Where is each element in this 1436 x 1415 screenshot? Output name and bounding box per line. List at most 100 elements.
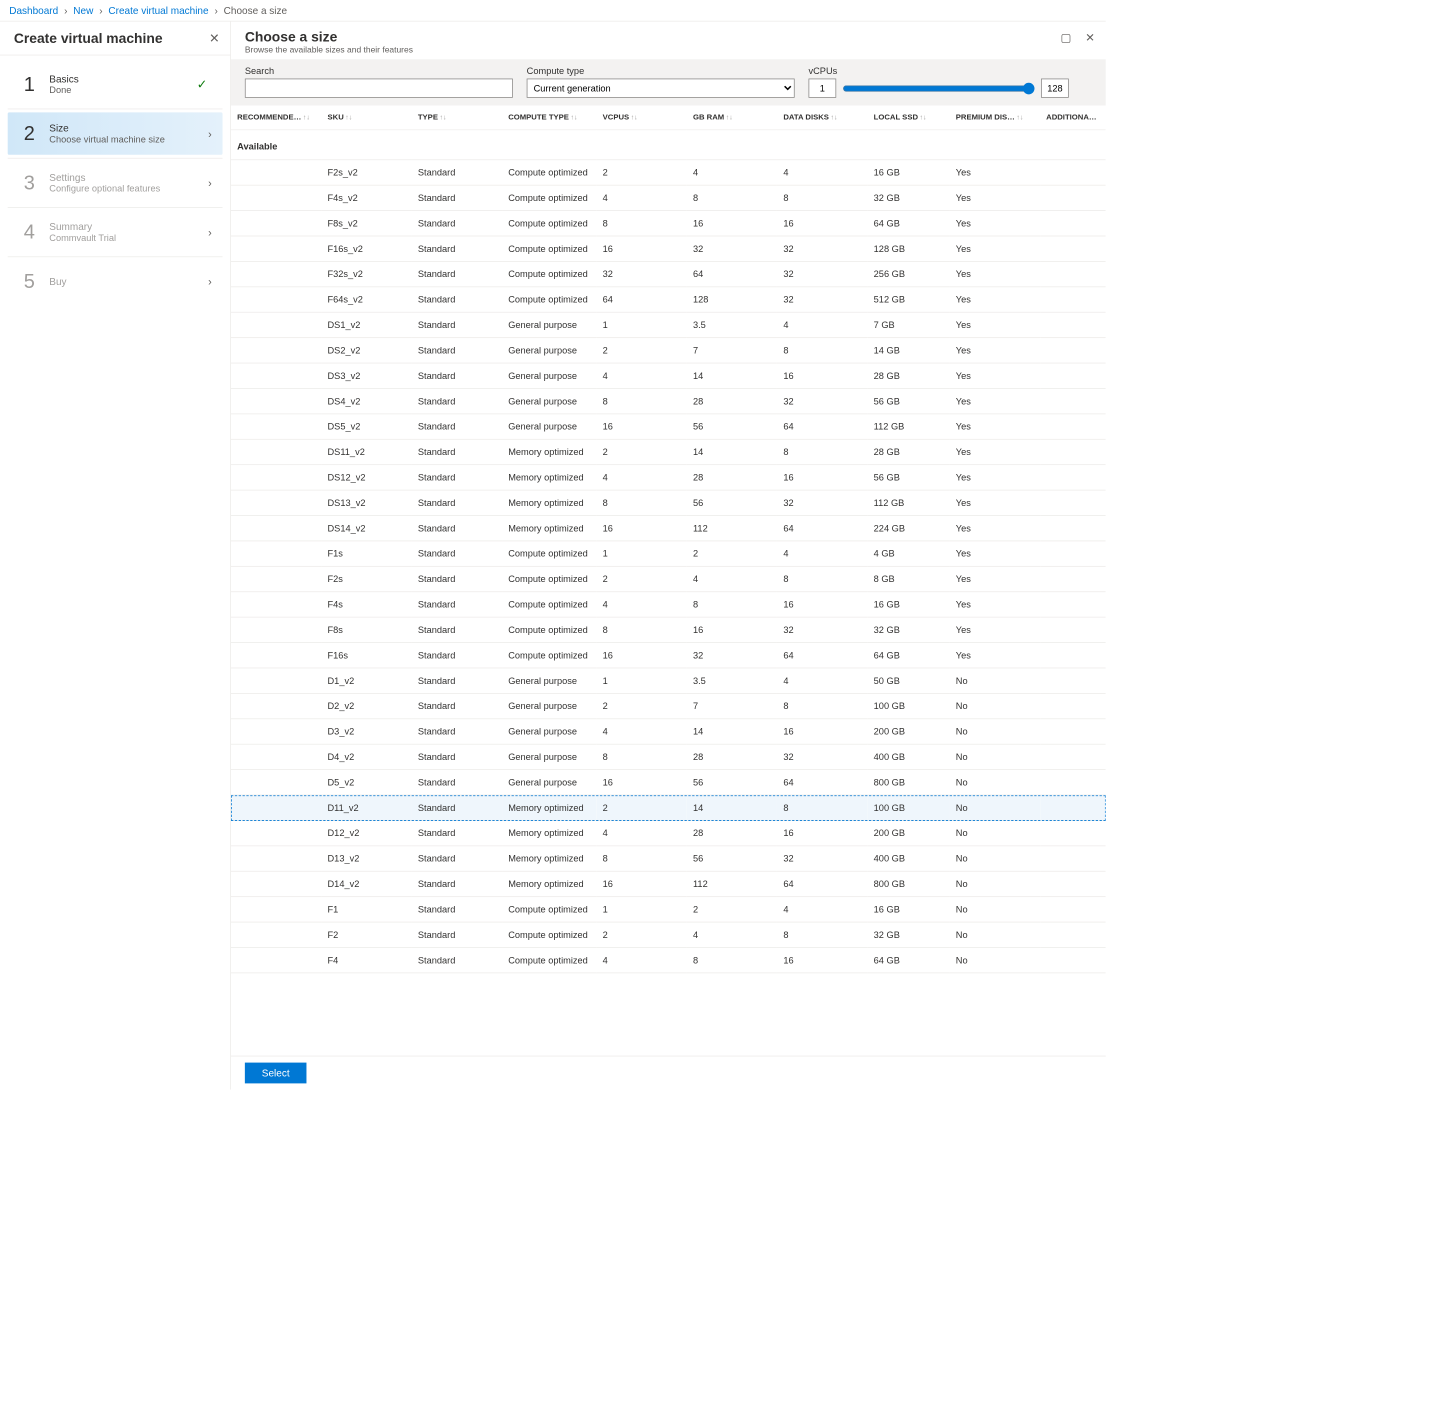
table-cell [1040, 541, 1106, 566]
table-row[interactable]: F16sStandardCompute optimized16326464 GB… [231, 643, 1106, 668]
vcpu-min-input[interactable] [809, 79, 837, 98]
table-row[interactable]: DS13_v2StandardMemory optimized85632112 … [231, 490, 1106, 515]
table-row[interactable]: DS14_v2StandardMemory optimized161126422… [231, 516, 1106, 541]
table-cell: 2 [596, 693, 686, 718]
table-cell: General purpose [502, 363, 596, 388]
wizard-step-buy[interactable]: 5Buy› [8, 260, 223, 302]
table-cell: F16s [321, 643, 411, 668]
table-row[interactable]: DS4_v2StandardGeneral purpose8283256 GBY… [231, 388, 1106, 413]
table-row[interactable]: F4sStandardCompute optimized481616 GBYes [231, 592, 1106, 617]
table-row[interactable]: DS3_v2StandardGeneral purpose4141628 GBY… [231, 363, 1106, 388]
vcpu-max-input[interactable] [1041, 79, 1069, 98]
table-row[interactable]: DS1_v2StandardGeneral purpose13.547 GBYe… [231, 312, 1106, 337]
table-row[interactable]: F16s_v2StandardCompute optimized16323212… [231, 236, 1106, 261]
table-cell: 8 [777, 693, 867, 718]
table-cell: Standard [412, 363, 502, 388]
column-header[interactable]: COMPUTE TYPE↑↓ [502, 105, 596, 129]
table-row[interactable]: F4StandardCompute optimized481664 GBNo [231, 947, 1106, 972]
table-cell [231, 592, 321, 617]
column-header[interactable]: DATA DISKS↑↓ [777, 105, 867, 129]
table-cell [231, 795, 321, 820]
breadcrumb-dashboard[interactable]: Dashboard [9, 5, 58, 17]
table-cell [231, 185, 321, 210]
table-row[interactable]: D14_v2StandardMemory optimized1611264800… [231, 871, 1106, 896]
table-row[interactable]: D5_v2StandardGeneral purpose165664800 GB… [231, 770, 1106, 795]
table-row[interactable]: D2_v2StandardGeneral purpose278100 GBNo [231, 693, 1106, 718]
table-row[interactable]: DS2_v2StandardGeneral purpose27814 GBYes [231, 338, 1106, 363]
table-row[interactable]: F8s_v2StandardCompute optimized8161664 G… [231, 211, 1106, 236]
table-cell: Memory optimized [502, 490, 596, 515]
table-cell [231, 363, 321, 388]
table-row[interactable]: D13_v2StandardMemory optimized85632400 G… [231, 846, 1106, 871]
table-cell: Yes [950, 160, 1040, 185]
column-header[interactable]: TYPE↑↓ [412, 105, 502, 129]
table-cell: 14 [687, 719, 777, 744]
table-row[interactable]: F1StandardCompute optimized12416 GBNo [231, 897, 1106, 922]
column-header[interactable]: SKU↑↓ [321, 105, 411, 129]
step-number: 1 [15, 72, 43, 96]
table-row[interactable]: F32s_v2StandardCompute optimized32643225… [231, 261, 1106, 286]
vcpu-label: vCPUs [809, 65, 1069, 76]
table-row[interactable]: D12_v2StandardMemory optimized42816200 G… [231, 820, 1106, 845]
divider [8, 207, 223, 208]
wizard-step-size[interactable]: 2SizeChoose virtual machine size› [8, 112, 223, 154]
maximize-icon[interactable]: ▢ [1060, 31, 1071, 45]
table-row[interactable]: F8sStandardCompute optimized8163232 GBYe… [231, 617, 1106, 642]
sort-icon: ↑↓ [440, 113, 447, 121]
table-cell: General purpose [502, 719, 596, 744]
table-row[interactable]: F2StandardCompute optimized24832 GBNo [231, 922, 1106, 947]
breadcrumb-create-vm[interactable]: Create virtual machine [108, 5, 208, 17]
table-row[interactable]: DS11_v2StandardMemory optimized214828 GB… [231, 439, 1106, 464]
compute-type-label: Compute type [527, 65, 795, 76]
table-row[interactable]: DS12_v2StandardMemory optimized4281656 G… [231, 465, 1106, 490]
table-cell [231, 465, 321, 490]
table-row[interactable]: D3_v2StandardGeneral purpose41416200 GBN… [231, 719, 1106, 744]
table-cell: F4s [321, 592, 411, 617]
table-cell: F2s_v2 [321, 160, 411, 185]
table-row[interactable]: D4_v2StandardGeneral purpose82832400 GBN… [231, 744, 1106, 769]
column-header[interactable]: LOCAL SSD↑↓ [868, 105, 950, 129]
table-row[interactable]: D1_v2StandardGeneral purpose13.5450 GBNo [231, 668, 1106, 693]
table-row[interactable]: F1sStandardCompute optimized1244 GBYes [231, 541, 1106, 566]
table-cell [1040, 770, 1106, 795]
column-header[interactable]: ADDITIONAL F…↑↓ [1040, 105, 1106, 129]
column-header[interactable]: PREMIUM DIS…↑↓ [950, 105, 1040, 129]
table-row[interactable]: D11_v2StandardMemory optimized2148100 GB… [231, 795, 1106, 820]
search-input[interactable] [245, 79, 513, 98]
wizard-step-basics[interactable]: 1BasicsDone✓ [8, 63, 223, 105]
column-header[interactable]: GB RAM↑↓ [687, 105, 777, 129]
breadcrumb-new[interactable]: New [73, 5, 93, 17]
table-cell: 64 [777, 516, 867, 541]
table-cell: DS14_v2 [321, 516, 411, 541]
table-cell: Standard [412, 338, 502, 363]
table-cell: No [950, 693, 1040, 718]
table-cell [1040, 490, 1106, 515]
size-table-scroll[interactable]: RECOMMENDE…↑↓SKU↑↓TYPE↑↓COMPUTE TYPE↑↓VC… [231, 105, 1106, 1055]
table-row[interactable]: F2s_v2StandardCompute optimized24416 GBY… [231, 160, 1106, 185]
table-cell: No [950, 795, 1040, 820]
table-row[interactable]: F4s_v2StandardCompute optimized48832 GBY… [231, 185, 1106, 210]
wizard-step-summary[interactable]: 4SummaryCommvault Trial› [8, 211, 223, 253]
vcpu-slider[interactable] [842, 82, 1035, 94]
step-subtitle: Choose virtual machine size [49, 134, 208, 145]
table-cell: 64 GB [868, 211, 950, 236]
column-header[interactable]: VCPUS↑↓ [596, 105, 686, 129]
select-button[interactable]: Select [245, 1063, 307, 1084]
close-icon[interactable]: ✕ [1085, 31, 1095, 45]
step-title: Size [49, 122, 208, 134]
column-header[interactable]: RECOMMENDE…↑↓ [231, 105, 321, 129]
table-row[interactable]: F2sStandardCompute optimized2488 GBYes [231, 566, 1106, 591]
table-cell: 16 [687, 211, 777, 236]
table-cell: 56 [687, 490, 777, 515]
wizard-step-settings[interactable]: 3SettingsConfigure optional features› [8, 162, 223, 204]
table-cell: 512 GB [868, 287, 950, 312]
table-cell: 16 [777, 211, 867, 236]
table-row[interactable]: F64s_v2StandardCompute optimized64128325… [231, 287, 1106, 312]
table-cell: 2 [687, 541, 777, 566]
table-cell [231, 922, 321, 947]
compute-type-select[interactable]: Current generation [527, 79, 795, 98]
table-cell: 2 [596, 160, 686, 185]
table-row[interactable]: DS5_v2StandardGeneral purpose165664112 G… [231, 414, 1106, 439]
table-cell [1040, 846, 1106, 871]
close-icon[interactable]: ✕ [209, 33, 219, 45]
